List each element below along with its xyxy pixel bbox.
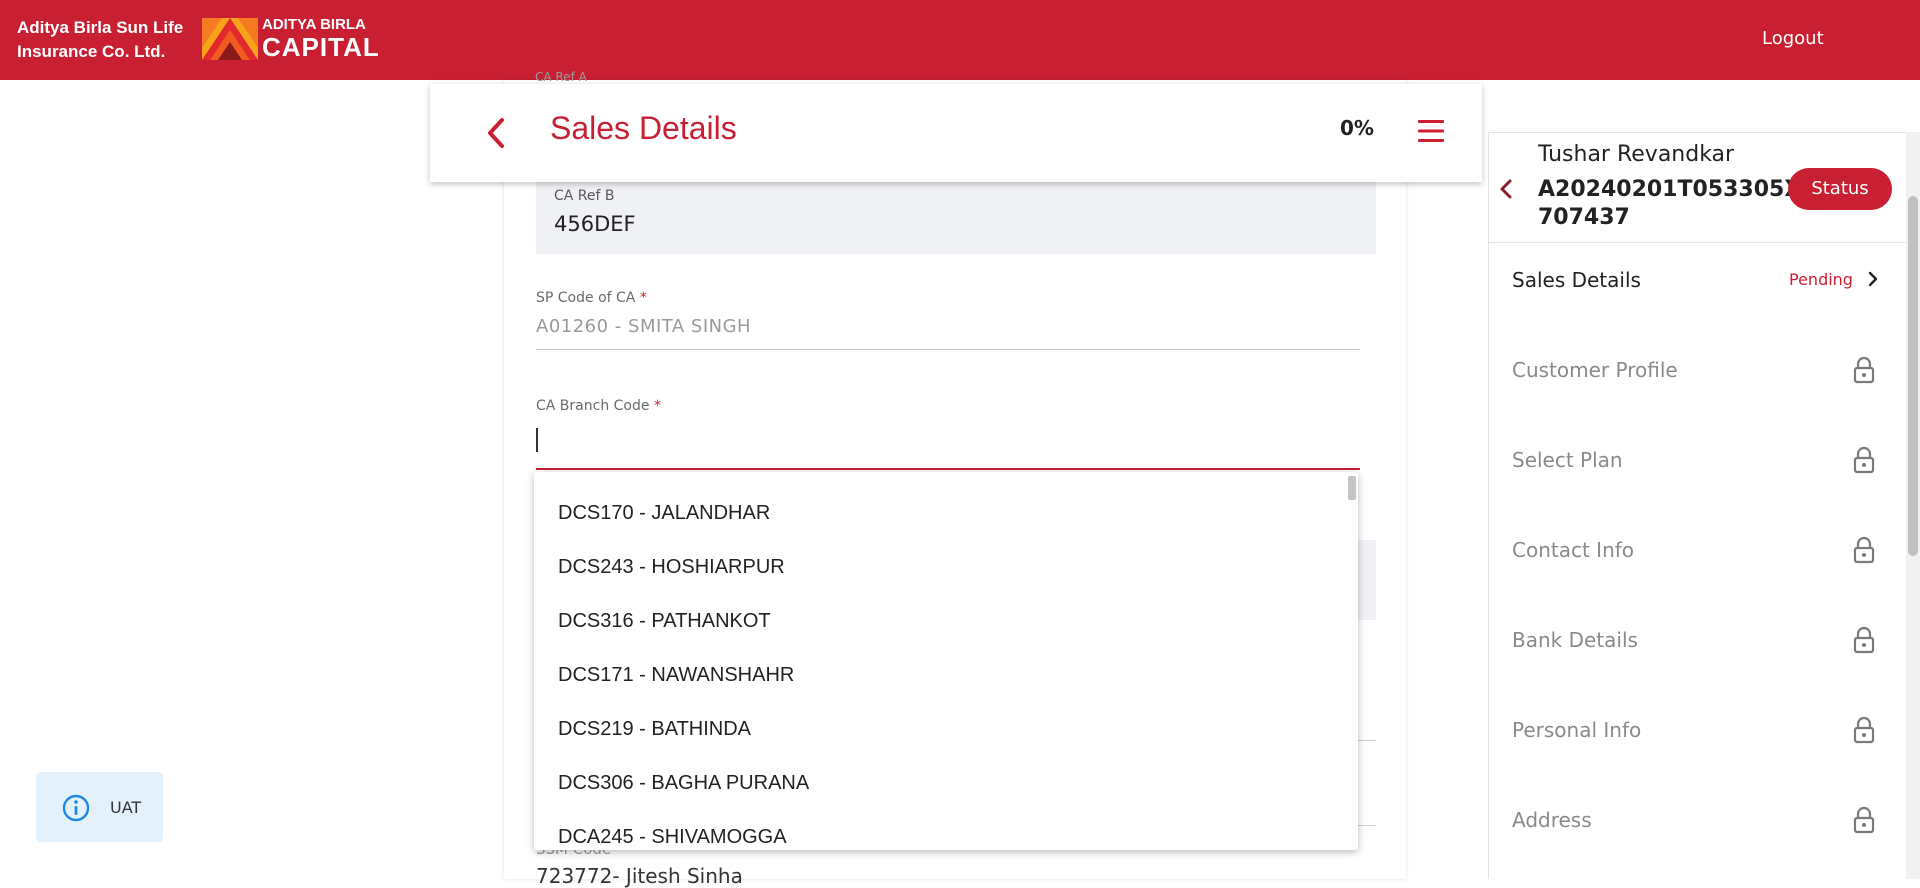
step-select-plan[interactable]: Select Plan [1512, 440, 1888, 480]
text-caret [536, 428, 538, 452]
sidebar-scrollbar-thumb[interactable] [1908, 196, 1918, 556]
sidebar-divider [1489, 242, 1906, 243]
dropdown-scrollbar[interactable] [1348, 476, 1356, 500]
back-arrow-icon[interactable] [482, 116, 510, 150]
step-personal-info[interactable]: Personal Info [1512, 710, 1888, 750]
page-title: Sales Details [550, 110, 737, 146]
uat-label: UAT [110, 798, 142, 817]
step-label: Address [1512, 808, 1592, 832]
required-mark: * [639, 290, 647, 306]
status-button[interactable]: Status [1788, 168, 1892, 210]
top-header: Aditya Birla Sun Life Insurance Co. Ltd.… [0, 0, 1920, 80]
brand-name: Aditya Birla Sun Life Insurance Co. Ltd. [17, 16, 183, 64]
ca-ref-b-value: 456DEF [554, 212, 636, 236]
branch-code-dropdown[interactable]: DCS170 - JALANDHAR DCS243 - HOSHIARPUR D… [534, 472, 1358, 850]
step-label: Select Plan [1512, 448, 1623, 472]
progress-percent: 0% [1340, 116, 1374, 140]
branch-code-input[interactable] [536, 422, 1360, 456]
info-icon [62, 794, 90, 822]
page-header-card: Sales Details 0% [430, 84, 1482, 182]
required-mark: * [653, 398, 661, 414]
dropdown-option[interactable]: DCS243 - HOSHIARPUR [558, 556, 1318, 586]
customer-name: Tushar Revandkar [1538, 142, 1735, 167]
chevron-right-icon [1868, 271, 1878, 287]
lock-icon [1853, 716, 1875, 744]
lock-icon [1853, 446, 1875, 474]
step-label: Bank Details [1512, 628, 1638, 652]
sp-code-field[interactable]: SP Code of CA * A01260 - SMITA SINGH [536, 290, 1360, 350]
branch-code-label: CA Branch Code * [536, 398, 661, 414]
application-number-line-1: A20240201T053305X [1538, 177, 1802, 202]
dropdown-option[interactable]: DCS306 - BAGHA PURANA [558, 772, 1318, 802]
capital-logo-text: ADITYA BIRLA CAPITAL [262, 16, 380, 60]
dropdown-option[interactable]: DCS171 - NAWANSHAHR [558, 664, 1318, 694]
aditya-birla-logo-icon [202, 18, 258, 60]
sidebar-back-icon[interactable] [1496, 178, 1516, 200]
ssm-code-value: 723772- Jitesh Sinha [536, 864, 743, 888]
step-label: Contact Info [1512, 538, 1635, 562]
dropdown-option[interactable]: DCS170 - JALANDHAR [558, 502, 1318, 532]
dropdown-option[interactable]: DCS219 - BATHINDA [558, 718, 1318, 748]
step-status: Pending [1789, 270, 1853, 289]
dropdown-option[interactable]: DCS316 - PATHANKOT [558, 610, 1318, 640]
brand-line-2: Insurance Co. Ltd. [17, 42, 166, 61]
step-customer-profile[interactable]: Customer Profile [1512, 350, 1888, 390]
step-label: Personal Info [1512, 718, 1642, 742]
logo-line-2: CAPITAL [262, 32, 380, 62]
lock-icon [1853, 626, 1875, 654]
sp-code-value: A01260 - SMITA SINGH [536, 316, 752, 337]
step-sales-details[interactable]: Sales Details Pending [1512, 260, 1888, 300]
application-number-line-2: 707437 [1538, 205, 1630, 230]
lock-icon [1853, 356, 1875, 384]
lock-icon [1853, 806, 1875, 834]
lock-icon [1853, 536, 1875, 564]
branch-code-underline [536, 468, 1360, 470]
dropdown-option[interactable]: DCA245 - SHIVAMOGGA [558, 826, 1318, 850]
sp-code-label: SP Code of CA * [536, 290, 647, 306]
hamburger-menu-icon[interactable] [1416, 118, 1446, 144]
branch-code-field[interactable]: CA Branch Code * [536, 398, 1360, 470]
application-number: A20240201T053305X 707437 [1538, 176, 1802, 232]
application-sidebar [1488, 132, 1906, 879]
logout-button[interactable]: Logout [1762, 28, 1824, 49]
step-label: Customer Profile [1512, 358, 1678, 382]
sp-code-underline [536, 349, 1360, 350]
ca-ref-b-label: CA Ref B [554, 188, 615, 204]
step-label: Sales Details [1512, 268, 1641, 292]
step-address[interactable]: Address [1512, 800, 1888, 840]
uat-environment-badge[interactable]: UAT [36, 772, 163, 842]
step-bank-details[interactable]: Bank Details [1512, 620, 1888, 660]
brand-line-1: Aditya Birla Sun Life [17, 18, 184, 37]
step-contact-info[interactable]: Contact Info [1512, 530, 1888, 570]
ca-ref-b-field[interactable]: CA Ref B 456DEF [536, 180, 1376, 254]
